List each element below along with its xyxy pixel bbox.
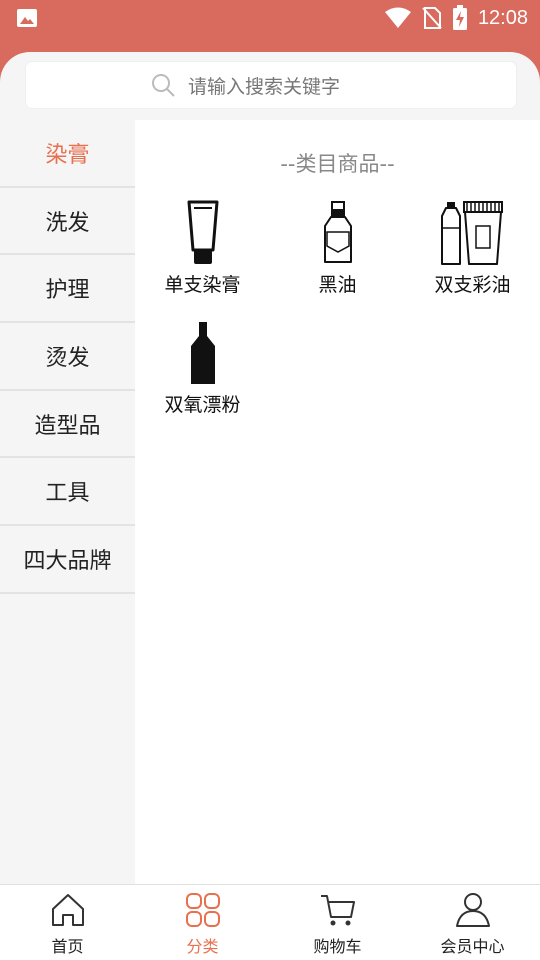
main-sheet: 请输入搜索关键字 染膏 洗发 护理 烫发 造型品 工具 四大品牌 --类目商品-…	[0, 52, 540, 884]
tab-cart[interactable]: 购物车	[270, 885, 405, 960]
tab-label: 会员中心	[440, 937, 505, 956]
product-label: 双氧漂粉	[164, 394, 241, 416]
user-icon	[455, 893, 490, 927]
tab-home[interactable]: 首页	[0, 885, 135, 960]
status-time: 12:08	[477, 6, 528, 29]
tube-icon	[187, 200, 218, 264]
cart-icon	[320, 895, 355, 926]
no-sim-icon	[422, 7, 442, 29]
product-item[interactable]: 黑油	[270, 200, 405, 297]
sidebar-item-ranggao[interactable]: 染膏	[0, 120, 135, 188]
sidebar-item-huli[interactable]: 护理	[0, 255, 135, 324]
product-label: 黑油	[318, 274, 357, 296]
battery-charging-icon	[452, 5, 467, 30]
category-icon	[185, 893, 220, 927]
panel-title: --类目商品--	[280, 152, 395, 176]
sidebar-item-sidapinpai[interactable]: 四大品牌	[0, 526, 135, 594]
tab-category[interactable]: 分类	[135, 885, 270, 960]
bottle-and-tube-icon	[440, 201, 503, 265]
tab-member[interactable]: 会员中心	[405, 885, 540, 960]
bottom-tab-bar: 首页 分类 购物车 会员中心	[0, 884, 540, 960]
sidebar-item-tangfa[interactable]: 烫发	[0, 323, 135, 391]
sidebar-item-zaoxingpin[interactable]: 造型品	[0, 390, 135, 459]
wifi-icon	[384, 7, 411, 28]
status-bar: 12:08	[0, 0, 540, 36]
product-item[interactable]: 单支染膏	[135, 200, 270, 297]
search-input[interactable]: 请输入搜索关键字	[26, 62, 516, 108]
product-label: 单支染膏	[164, 274, 241, 296]
gallery-icon	[17, 9, 37, 27]
product-item[interactable]: 双氧漂粉	[135, 320, 270, 417]
tab-label: 首页	[51, 937, 84, 956]
sidebar-item-gongju[interactable]: 工具	[0, 458, 135, 527]
bottle-icon	[323, 201, 352, 263]
product-panel: --类目商品-- 单支染膏 黑油 双支彩油 双氧漂粉	[135, 120, 540, 884]
black-bottle-icon	[190, 322, 215, 384]
search-placeholder: 请输入搜索关键字	[188, 75, 341, 98]
tab-label: 购物车	[313, 937, 362, 956]
search-icon	[152, 74, 175, 97]
sidebar-item-xifa[interactable]: 洗发	[0, 187, 135, 256]
product-item[interactable]: 双支彩油	[405, 200, 540, 297]
tab-label: 分类	[186, 937, 219, 956]
home-icon	[51, 894, 84, 926]
product-label: 双支彩油	[434, 274, 511, 296]
category-sidebar: 染膏 洗发 护理 烫发 造型品 工具 四大品牌	[0, 120, 135, 594]
